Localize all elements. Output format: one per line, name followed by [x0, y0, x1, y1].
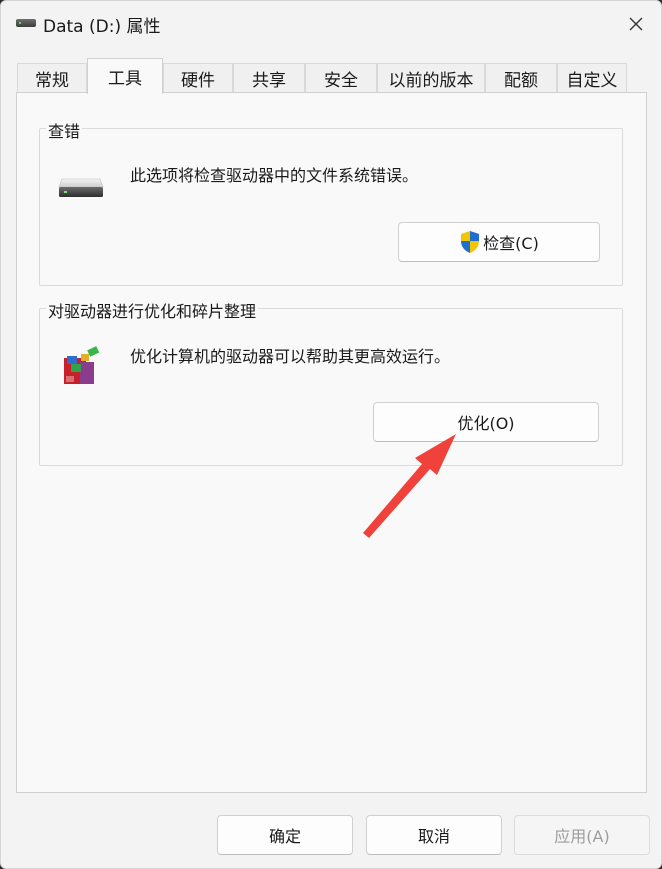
apply-button[interactable]: 应用(A) [514, 815, 650, 855]
tab-general[interactable]: 常规 [17, 63, 87, 93]
window-title: Data (D:) 属性 [43, 17, 161, 37]
error-check-title: 查错 [46, 118, 83, 142]
drive-icon [16, 19, 36, 27]
error-check-group: 查错 此选项将检查驱动器中的文件系统错误。 检查(C) [39, 118, 623, 286]
optimize-title: 对驱动器进行优化和碎片整理 [46, 298, 259, 322]
tab-sharing[interactable]: 共享 [233, 63, 305, 93]
close-icon [629, 17, 643, 31]
tools-tab-panel: 查错 此选项将检查驱动器中的文件系统错误。 检查(C) 对驱动器进行优化和碎片整… [16, 92, 647, 793]
title-bar[interactable]: Data (D:) 属性 [1, 1, 661, 47]
optimize-group: 对驱动器进行优化和碎片整理 优化计算机的驱动器可以帮助其更高效运行。 优化(O) [39, 298, 623, 466]
defrag-icon [64, 346, 100, 384]
error-check-description: 此选项将检查驱动器中的文件系统错误。 [130, 166, 419, 185]
optimize-button-label: 优化(O) [457, 414, 515, 433]
tab-quota[interactable]: 配额 [485, 63, 557, 93]
ok-button[interactable]: 确定 [217, 815, 353, 855]
optimize-description: 优化计算机的驱动器可以帮助其更高效运行。 [130, 347, 451, 366]
tab-strip: 常规 工具 硬件 共享 安全 以前的版本 配额 自定义 [17, 58, 647, 94]
optimize-button[interactable]: 优化(O) [373, 402, 599, 442]
uac-shield-icon [461, 231, 480, 253]
tab-customize[interactable]: 自定义 [557, 63, 627, 93]
tab-previous-versions[interactable]: 以前的版本 [377, 63, 485, 93]
tab-security[interactable]: 安全 [305, 63, 377, 93]
properties-window: Data (D:) 属性 常规 工具 硬件 共享 安全 以前的版本 配额 自定义… [0, 0, 662, 869]
check-button[interactable]: 检查(C) [398, 222, 600, 262]
close-button[interactable] [619, 9, 653, 39]
dialog-footer: 确定 取消 应用(A) [1, 793, 661, 868]
tab-hardware[interactable]: 硬件 [163, 63, 233, 93]
hard-drive-icon [58, 178, 104, 197]
tab-tools[interactable]: 工具 [87, 58, 163, 94]
cancel-button[interactable]: 取消 [366, 815, 502, 855]
check-button-label: 检查(C) [483, 234, 539, 253]
